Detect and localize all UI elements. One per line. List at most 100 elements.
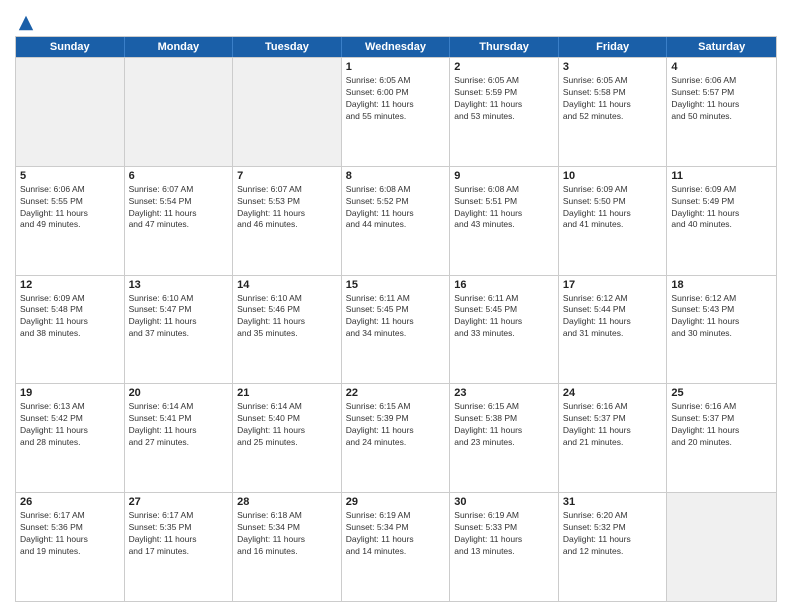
- cell-info: Sunrise: 6:07 AMSunset: 5:54 PMDaylight:…: [129, 184, 229, 232]
- cal-cell: 21 Sunrise: 6:14 AMSunset: 5:40 PMDayligh…: [233, 384, 342, 492]
- cell-info: Sunrise: 6:11 AMSunset: 5:45 PMDaylight:…: [454, 293, 554, 341]
- cal-cell: 8 Sunrise: 6:08 AMSunset: 5:52 PMDaylight…: [342, 167, 451, 275]
- day-header-thursday: Thursday: [450, 37, 559, 57]
- cal-cell: 28 Sunrise: 6:18 AMSunset: 5:34 PMDayligh…: [233, 493, 342, 601]
- cell-info: Sunrise: 6:06 AMSunset: 5:55 PMDaylight:…: [20, 184, 120, 232]
- day-number: 21: [237, 387, 337, 399]
- day-number: 16: [454, 279, 554, 291]
- cell-info: Sunrise: 6:10 AMSunset: 5:46 PMDaylight:…: [237, 293, 337, 341]
- day-number: 11: [671, 170, 772, 182]
- cell-info: Sunrise: 6:18 AMSunset: 5:34 PMDaylight:…: [237, 510, 337, 558]
- day-number: 24: [563, 387, 663, 399]
- week-row-5: 26 Sunrise: 6:17 AMSunset: 5:36 PMDayligh…: [16, 492, 776, 601]
- cell-info: Sunrise: 6:05 AMSunset: 5:58 PMDaylight:…: [563, 75, 663, 123]
- cell-info: Sunrise: 6:15 AMSunset: 5:39 PMDaylight:…: [346, 401, 446, 449]
- cell-info: Sunrise: 6:17 AMSunset: 5:35 PMDaylight:…: [129, 510, 229, 558]
- cal-cell: 11Sunrise: 6:09 AMSunset: 5:49 PMDayligh…: [667, 167, 776, 275]
- day-number: 5: [20, 170, 120, 182]
- day-number: 13: [129, 279, 229, 291]
- cal-cell: 5 Sunrise: 6:06 AMSunset: 5:55 PMDaylight…: [16, 167, 125, 275]
- day-number: 6: [129, 170, 229, 182]
- cal-cell: 19 Sunrise: 6:13 AMSunset: 5:42 PMDayligh…: [16, 384, 125, 492]
- cell-info: Sunrise: 6:16 AMSunset: 5:37 PMDaylight:…: [563, 401, 663, 449]
- day-number: 10: [563, 170, 663, 182]
- day-number: 17: [563, 279, 663, 291]
- cal-cell: [16, 58, 125, 166]
- day-number: 28: [237, 496, 337, 508]
- day-number: 27: [129, 496, 229, 508]
- week-row-3: 12 Sunrise: 6:09 AMSunset: 5:48 PMDayligh…: [16, 275, 776, 384]
- day-number: 20: [129, 387, 229, 399]
- cell-info: Sunrise: 6:14 AMSunset: 5:40 PMDaylight:…: [237, 401, 337, 449]
- cell-info: Sunrise: 6:09 AMSunset: 5:48 PMDaylight:…: [20, 293, 120, 341]
- day-number: 14: [237, 279, 337, 291]
- cal-cell: 16 Sunrise: 6:11 AMSunset: 5:45 PMDayligh…: [450, 276, 559, 384]
- header: [15, 10, 777, 30]
- cal-cell: 7Sunrise: 6:07 AMSunset: 5:53 PMDaylight…: [233, 167, 342, 275]
- day-number: 9: [454, 170, 554, 182]
- cell-info: Sunrise: 6:19 AMSunset: 5:34 PMDaylight:…: [346, 510, 446, 558]
- cal-cell: 18Sunrise: 6:12 AMSunset: 5:43 PMDayligh…: [667, 276, 776, 384]
- week-row-2: 5 Sunrise: 6:06 AMSunset: 5:55 PMDaylight…: [16, 166, 776, 275]
- cal-cell: 17 Sunrise: 6:12 AMSunset: 5:44 PMDayligh…: [559, 276, 668, 384]
- cal-cell: 23Sunrise: 6:15 AMSunset: 5:38 PMDayligh…: [450, 384, 559, 492]
- cal-cell: 12 Sunrise: 6:09 AMSunset: 5:48 PMDayligh…: [16, 276, 125, 384]
- day-number: 26: [20, 496, 120, 508]
- week-row-4: 19 Sunrise: 6:13 AMSunset: 5:42 PMDayligh…: [16, 383, 776, 492]
- cell-info: Sunrise: 6:07 AMSunset: 5:53 PMDaylight:…: [237, 184, 337, 232]
- cell-info: Sunrise: 6:16 AMSunset: 5:37 PMDaylight:…: [671, 401, 772, 449]
- cell-info: Sunrise: 6:19 AMSunset: 5:33 PMDaylight:…: [454, 510, 554, 558]
- day-number: 30: [454, 496, 554, 508]
- day-header-saturday: Saturday: [667, 37, 776, 57]
- cell-info: Sunrise: 6:13 AMSunset: 5:42 PMDaylight:…: [20, 401, 120, 449]
- cal-cell: 1Sunrise: 6:05 AMSunset: 6:00 PMDaylight…: [342, 58, 451, 166]
- cal-cell: 30 Sunrise: 6:19 AMSunset: 5:33 PMDayligh…: [450, 493, 559, 601]
- cell-info: Sunrise: 6:08 AMSunset: 5:52 PMDaylight:…: [346, 184, 446, 232]
- day-number: 8: [346, 170, 446, 182]
- calendar-body: 1Sunrise: 6:05 AMSunset: 6:00 PMDaylight…: [16, 57, 776, 601]
- cal-cell: 13 Sunrise: 6:10 AMSunset: 5:47 PMDayligh…: [125, 276, 234, 384]
- day-number: 1: [346, 61, 446, 73]
- day-header-friday: Friday: [559, 37, 668, 57]
- cal-cell: 6 Sunrise: 6:07 AMSunset: 5:54 PMDaylight…: [125, 167, 234, 275]
- day-number: 15: [346, 279, 446, 291]
- cal-cell: 14 Sunrise: 6:10 AMSunset: 5:46 PMDayligh…: [233, 276, 342, 384]
- day-number: 2: [454, 61, 554, 73]
- day-number: 25: [671, 387, 772, 399]
- day-number: 12: [20, 279, 120, 291]
- day-number: 4: [671, 61, 772, 73]
- cal-cell: 22Sunrise: 6:15 AMSunset: 5:39 PMDayligh…: [342, 384, 451, 492]
- cal-cell: 15 Sunrise: 6:11 AMSunset: 5:45 PMDayligh…: [342, 276, 451, 384]
- cell-info: Sunrise: 6:10 AMSunset: 5:47 PMDaylight:…: [129, 293, 229, 341]
- cal-cell: 25 Sunrise: 6:16 AMSunset: 5:37 PMDayligh…: [667, 384, 776, 492]
- cell-info: Sunrise: 6:08 AMSunset: 5:51 PMDaylight:…: [454, 184, 554, 232]
- day-header-tuesday: Tuesday: [233, 37, 342, 57]
- calendar: SundayMondayTuesdayWednesdayThursdayFrid…: [15, 36, 777, 602]
- logo-icon: [17, 14, 35, 32]
- day-number: 19: [20, 387, 120, 399]
- week-row-1: 1Sunrise: 6:05 AMSunset: 6:00 PMDaylight…: [16, 57, 776, 166]
- cal-cell: 31Sunrise: 6:20 AMSunset: 5:32 PMDayligh…: [559, 493, 668, 601]
- cal-cell: 24 Sunrise: 6:16 AMSunset: 5:37 PMDayligh…: [559, 384, 668, 492]
- cal-cell: 3 Sunrise: 6:05 AMSunset: 5:58 PMDaylight…: [559, 58, 668, 166]
- cal-cell: 10 Sunrise: 6:09 AMSunset: 5:50 PMDayligh…: [559, 167, 668, 275]
- cal-cell: 29Sunrise: 6:19 AMSunset: 5:34 PMDayligh…: [342, 493, 451, 601]
- logo: [15, 14, 35, 30]
- cal-cell: 4Sunrise: 6:06 AMSunset: 5:57 PMDaylight…: [667, 58, 776, 166]
- cal-cell: 26 Sunrise: 6:17 AMSunset: 5:36 PMDayligh…: [16, 493, 125, 601]
- day-header-sunday: Sunday: [16, 37, 125, 57]
- day-number: 3: [563, 61, 663, 73]
- cell-info: Sunrise: 6:17 AMSunset: 5:36 PMDaylight:…: [20, 510, 120, 558]
- day-header-wednesday: Wednesday: [342, 37, 451, 57]
- cal-cell: [667, 493, 776, 601]
- cell-info: Sunrise: 6:09 AMSunset: 5:50 PMDaylight:…: [563, 184, 663, 232]
- page: SundayMondayTuesdayWednesdayThursdayFrid…: [0, 0, 792, 612]
- cal-cell: 9 Sunrise: 6:08 AMSunset: 5:51 PMDaylight…: [450, 167, 559, 275]
- cell-info: Sunrise: 6:11 AMSunset: 5:45 PMDaylight:…: [346, 293, 446, 341]
- cell-info: Sunrise: 6:14 AMSunset: 5:41 PMDaylight:…: [129, 401, 229, 449]
- cell-info: Sunrise: 6:05 AMSunset: 5:59 PMDaylight:…: [454, 75, 554, 123]
- day-header-monday: Monday: [125, 37, 234, 57]
- cal-cell: 20 Sunrise: 6:14 AMSunset: 5:41 PMDayligh…: [125, 384, 234, 492]
- cal-cell: [233, 58, 342, 166]
- cell-info: Sunrise: 6:12 AMSunset: 5:44 PMDaylight:…: [563, 293, 663, 341]
